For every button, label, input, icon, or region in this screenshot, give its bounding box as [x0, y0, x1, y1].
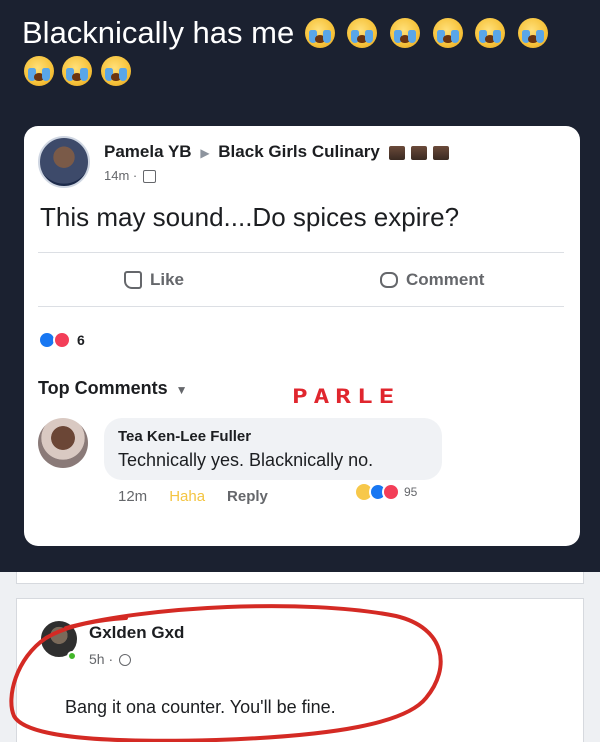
crying-face-icon: [347, 17, 378, 48]
thumbs-up-icon: [124, 271, 142, 289]
haha-button[interactable]: Haha: [169, 488, 205, 505]
crying-face-icon: [475, 17, 506, 48]
comment-time[interactable]: 12m: [118, 488, 147, 505]
watermark: PARLE: [292, 385, 401, 409]
comment-icon: [380, 272, 398, 288]
post-text: This may sound....Do spices expire?: [40, 202, 460, 232]
crying-face-icon: [24, 56, 54, 86]
online-status-icon: [67, 651, 77, 661]
like-label: Like: [150, 270, 185, 289]
comment-bubble: Tea Ken-Lee Fuller Technically yes. Blac…: [104, 418, 442, 480]
post-card: Pamela YB ▶ Black Girls Culinary 14m · T…: [24, 126, 580, 546]
badge-icon: [388, 145, 405, 160]
caption-text: Blacknically has me: [22, 14, 295, 50]
group-badges: [388, 142, 455, 162]
emoji-row: [22, 56, 133, 86]
reply-author-name[interactable]: Gxlden Gxd: [89, 623, 184, 643]
comment-reaction-count: 95: [404, 485, 418, 499]
comment-text: Technically yes. Blacknically no.: [118, 450, 374, 470]
post-header: Pamela YB ▶ Black Girls Culinary: [104, 142, 455, 162]
comment-reactions[interactable]: 95: [354, 482, 417, 502]
comment-sort-label: Top Comments: [38, 378, 168, 398]
badge-icon: [410, 145, 427, 160]
commenter-avatar[interactable]: [38, 418, 88, 468]
meme-caption: Blacknically has me: [22, 8, 582, 56]
globe-icon: [119, 654, 132, 667]
comment-label: Comment: [406, 270, 485, 289]
divider: [38, 252, 564, 253]
reply-meta: 5h ·: [89, 651, 132, 667]
reaction-count: 6: [77, 332, 85, 348]
love-reaction-icon: [53, 331, 71, 349]
post-time[interactable]: 14m: [104, 168, 129, 183]
divider: [38, 306, 564, 307]
crying-face-icon: [100, 56, 131, 86]
crying-face-icon: [517, 17, 548, 48]
crying-face-icon: [432, 17, 463, 48]
comment-sort-dropdown[interactable]: Top Comments ▼: [38, 378, 188, 399]
crying-face-icon: [390, 17, 421, 48]
arrow-right-icon: ▶: [200, 146, 210, 160]
previous-card-edge: [16, 572, 584, 584]
dark-background: Blacknically has me Pamela YB ▶ Black Gi…: [0, 0, 600, 572]
audience-icon: [142, 170, 156, 184]
love-reaction-icon: [382, 483, 400, 501]
reply-section: Gxlden Gxd 5h · Bang it ona counter. You…: [0, 572, 600, 742]
reaction-summary[interactable]: 6: [38, 331, 85, 349]
reply-time[interactable]: 5h: [89, 651, 105, 667]
reply-button[interactable]: Reply: [227, 488, 268, 505]
author-avatar[interactable]: [38, 136, 90, 188]
like-button[interactable]: Like: [124, 270, 184, 290]
comment-button[interactable]: Comment: [380, 270, 484, 290]
reply-post-card: Gxlden Gxd 5h · Bang it ona counter. You…: [16, 598, 584, 742]
crying-face-icon: [304, 17, 335, 48]
author-name[interactable]: Pamela YB: [104, 142, 192, 161]
badge-icon: [432, 145, 449, 160]
comment-actions: 12m Haha Reply: [118, 488, 268, 505]
post-meta: 14m ·: [104, 168, 156, 184]
chevron-down-icon: ▼: [175, 383, 188, 397]
group-name[interactable]: Black Girls Culinary: [218, 142, 380, 161]
commenter-name[interactable]: Tea Ken-Lee Fuller: [118, 428, 251, 445]
crying-face-icon: [62, 56, 93, 86]
reply-text: Bang it ona counter. You'll be fine.: [65, 697, 336, 717]
